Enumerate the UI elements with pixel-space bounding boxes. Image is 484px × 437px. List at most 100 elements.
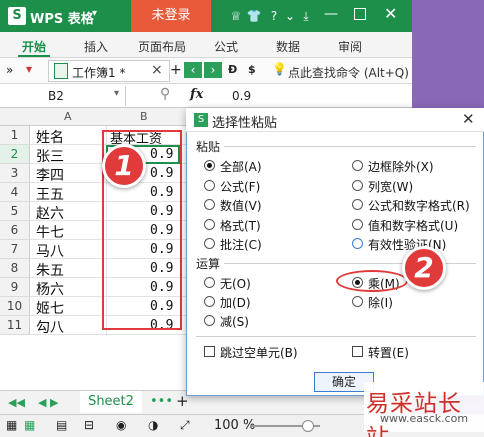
radio-button[interactable] bbox=[204, 179, 215, 191]
radio-label[interactable]: 批注(C) bbox=[220, 236, 262, 253]
row-gridline bbox=[30, 334, 190, 335]
radio-button[interactable] bbox=[352, 179, 363, 191]
radio-label[interactable]: 边框除外(X) bbox=[368, 158, 434, 175]
minimize-icon[interactable]: — bbox=[324, 6, 338, 22]
row-header[interactable]: 10 bbox=[0, 297, 30, 316]
reading-mode-icon[interactable]: ◉ bbox=[116, 418, 126, 432]
row-header[interactable]: 1 bbox=[0, 126, 30, 145]
radio-button[interactable] bbox=[352, 160, 363, 171]
radio-button[interactable] bbox=[204, 238, 215, 249]
row-header[interactable]: 4 bbox=[0, 183, 30, 202]
radio-label[interactable]: 列宽(W) bbox=[368, 178, 413, 195]
skin-icon[interactable]: ♕ bbox=[228, 9, 244, 23]
new-tab-icon[interactable]: + bbox=[170, 62, 182, 78]
chevron-down-icon[interactable]: ⌄ bbox=[282, 9, 298, 23]
zoom-search-icon[interactable]: ⚲ bbox=[160, 86, 170, 102]
fullscreen-icon[interactable]: ⤢ bbox=[180, 418, 190, 433]
row-header[interactable]: 6 bbox=[0, 221, 30, 240]
s-icon[interactable]: $ bbox=[248, 63, 256, 76]
radio-label[interactable]: 减(S) bbox=[220, 313, 249, 330]
radio-button[interactable] bbox=[204, 199, 215, 210]
transpose-label: 转置(E) bbox=[368, 346, 409, 360]
watermark-url: www.easck.com bbox=[380, 412, 469, 425]
app-name[interactable]: WPS 表格 bbox=[30, 8, 94, 27]
name-box-value: B2 bbox=[48, 89, 64, 103]
row-header[interactable]: 2 bbox=[0, 145, 30, 164]
eye-icon[interactable]: ◑ bbox=[148, 418, 158, 432]
skip-blanks-label: 跳过空单元(B) bbox=[220, 346, 298, 360]
wps-logo-icon: S bbox=[8, 7, 26, 25]
normal-view-icon[interactable]: ▦ bbox=[6, 418, 17, 432]
radio-button[interactable] bbox=[204, 277, 215, 288]
radio-button[interactable] bbox=[352, 238, 363, 249]
document-icon bbox=[54, 63, 68, 79]
row-header[interactable]: 8 bbox=[0, 259, 30, 278]
page-layout-icon[interactable]: ▦ bbox=[24, 418, 35, 432]
radio-label[interactable]: 无(O) bbox=[220, 275, 251, 292]
tab-page-layout[interactable]: 页面布局 bbox=[138, 38, 186, 55]
function-icon[interactable]: fx bbox=[190, 87, 203, 102]
paste-group-label: 粘贴 bbox=[196, 140, 221, 154]
prev-sheet-icon[interactable]: ◀ ▶ bbox=[38, 396, 58, 409]
radio-label[interactable]: 公式和数字格式(R) bbox=[368, 197, 470, 214]
tab-review[interactable]: 审阅 bbox=[338, 38, 362, 55]
app-menu-chevron-icon[interactable]: ▾ bbox=[92, 8, 97, 19]
row-header[interactable]: 3 bbox=[0, 164, 30, 183]
radio-label[interactable]: 值和数字格式(U) bbox=[368, 217, 458, 234]
dialog-title: 选择性粘贴 bbox=[212, 116, 278, 131]
more-sheets-icon[interactable]: ••• bbox=[150, 394, 173, 409]
radio-label[interactable]: 加(D) bbox=[220, 294, 251, 311]
tab-data[interactable]: 数据 bbox=[276, 38, 300, 55]
login-button[interactable]: 未登录 bbox=[131, 0, 211, 32]
column-header-a[interactable]: A bbox=[64, 110, 72, 123]
operation-group-label: 运算 bbox=[196, 257, 221, 271]
close-window-icon[interactable]: ✕ bbox=[384, 4, 397, 23]
radio-button[interactable] bbox=[204, 296, 215, 307]
highlight-oval bbox=[336, 270, 408, 292]
radio-button[interactable] bbox=[352, 218, 363, 230]
formula-input[interactable]: 0.9 bbox=[232, 89, 251, 103]
tab-insert[interactable]: 插入 bbox=[84, 38, 108, 55]
download-icon[interactable]: ⤓ bbox=[298, 9, 314, 23]
close-document-icon[interactable]: × bbox=[151, 62, 163, 78]
pin-icon[interactable]: ▾ bbox=[26, 62, 32, 76]
row-header[interactable]: 7 bbox=[0, 240, 30, 259]
row-header[interactable]: 11 bbox=[0, 316, 30, 335]
radio-button[interactable] bbox=[204, 160, 215, 171]
help-icon[interactable]: ? bbox=[266, 9, 282, 23]
sheet-tab[interactable]: Sheet2 bbox=[80, 391, 142, 413]
radio-label[interactable]: 数值(V) bbox=[220, 197, 262, 214]
name-box-dropdown-icon[interactable]: ▾ bbox=[114, 88, 119, 99]
dialog-close-icon[interactable]: ✕ bbox=[462, 110, 475, 128]
expand-icon[interactable]: » bbox=[6, 63, 13, 77]
column-header-b[interactable]: B bbox=[140, 110, 148, 123]
document-name: 工作簿1 * bbox=[72, 66, 126, 80]
maximize-icon[interactable] bbox=[354, 8, 366, 20]
back-icon[interactable]: ‹ bbox=[184, 62, 202, 78]
page-break-icon[interactable]: ⊟ bbox=[84, 418, 94, 432]
radio-label[interactable]: 公式(F) bbox=[220, 178, 260, 195]
tab-start[interactable]: 开始 bbox=[22, 38, 46, 55]
shirt-icon[interactable]: 👕 bbox=[246, 9, 262, 23]
row-header[interactable]: 5 bbox=[0, 202, 30, 221]
group-divider bbox=[224, 146, 476, 147]
radio-button[interactable] bbox=[204, 315, 215, 326]
forward-icon[interactable]: › bbox=[204, 62, 222, 78]
tab-formulas[interactable]: 公式 bbox=[214, 38, 238, 55]
first-sheet-icon[interactable]: ◀◀ bbox=[8, 396, 25, 409]
skip-blanks-checkbox[interactable] bbox=[204, 346, 215, 357]
lightbulb-icon: 💡 bbox=[272, 62, 287, 76]
radio-button[interactable] bbox=[352, 199, 363, 210]
d-icon[interactable]: Ð bbox=[228, 63, 237, 76]
zoom-slider-knob[interactable] bbox=[302, 420, 314, 432]
transpose-checkbox[interactable] bbox=[352, 346, 363, 357]
command-search[interactable]: 点此查找命令 (Alt+Q) bbox=[288, 64, 409, 81]
grid-view-icon[interactable]: ▤ bbox=[56, 418, 67, 432]
row-header[interactable]: 9 bbox=[0, 278, 30, 297]
radio-button[interactable] bbox=[204, 218, 215, 230]
radio-label[interactable]: 除(I) bbox=[368, 294, 393, 311]
radio-label[interactable]: 格式(T) bbox=[220, 217, 261, 234]
radio-button[interactable] bbox=[352, 296, 363, 307]
group-divider bbox=[196, 336, 476, 337]
radio-label[interactable]: 全部(A) bbox=[220, 158, 262, 175]
